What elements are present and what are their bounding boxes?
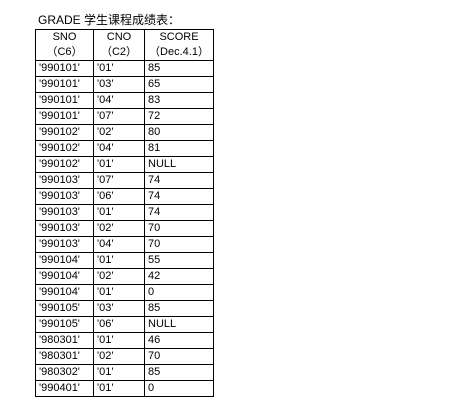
header-score: SCORE: [144, 29, 214, 45]
table-row: '990401' '01' 0: [35, 380, 214, 397]
cell-sno: '990105': [35, 316, 94, 333]
cell-sno: '990101': [35, 92, 94, 109]
cell-score: 46: [144, 332, 214, 349]
cell-cno: '07': [93, 108, 145, 125]
table-row: '990101' '07' 72: [35, 108, 214, 125]
table-row: '990101' '01' 85: [35, 60, 214, 77]
table-row: '990103' '07' 74: [35, 172, 214, 189]
cell-sno: '990103': [35, 204, 94, 221]
cell-score: 0: [144, 284, 214, 301]
cell-sno: '990103': [35, 236, 94, 253]
table-row: '990104' '01' 55: [35, 252, 214, 269]
table-row: '990105' '06' NULL: [35, 316, 214, 333]
cell-cno: '06': [93, 188, 145, 205]
table-row: '990102' '04' 81: [35, 140, 214, 157]
cell-cno: '04': [93, 236, 145, 253]
header-score-type: （Dec.4.1）: [144, 45, 214, 61]
cell-cno: '01': [93, 156, 145, 173]
cell-cno: '04': [93, 140, 145, 157]
cell-cno: '01': [93, 204, 145, 221]
table-header: SNO CNO SCORE （C6） （C2） （Dec.4.1）: [35, 29, 214, 61]
cell-cno: '01': [93, 60, 145, 77]
cell-score: NULL: [144, 316, 214, 333]
cell-score: 74: [144, 204, 214, 221]
cell-score: 72: [144, 108, 214, 125]
table-body: '990101' '01' 85'990101' '03' 65'990101' '04'…: [35, 60, 214, 397]
cell-cno: '02': [93, 348, 145, 365]
cell-score: 70: [144, 236, 214, 253]
cell-sno: '990101': [35, 108, 94, 125]
cell-cno: '07': [93, 172, 145, 189]
table-row: '990105' '03' 85: [35, 300, 214, 317]
table-row: '990104' '02' 42: [35, 268, 214, 285]
table-row: '990103' '06' 74: [35, 188, 214, 205]
table-caption: GRADE 学生课程成绩表：: [38, 13, 181, 27]
cell-score: NULL: [144, 156, 214, 173]
cell-score: 42: [144, 268, 214, 285]
cell-sno: '990104': [35, 252, 94, 269]
cell-sno: '990401': [35, 380, 94, 397]
table-row: '980302' '01' 85: [35, 364, 214, 381]
cell-cno: '02': [93, 268, 145, 285]
header-cno-type: （C2）: [93, 45, 145, 61]
cell-sno: '990102': [35, 124, 94, 141]
table-row: '990101' '04' 83: [35, 92, 214, 109]
header-cno: CNO: [93, 29, 145, 45]
cell-score: 74: [144, 172, 214, 189]
table-row: '990103' '02' 70: [35, 220, 214, 237]
header-sno-type: （C6）: [35, 45, 94, 61]
table-row: '990101' '03' 65: [35, 76, 214, 93]
cell-score: 0: [144, 380, 214, 397]
cell-cno: '02': [93, 220, 145, 237]
cell-score: 70: [144, 220, 214, 237]
cell-cno: '03': [93, 76, 145, 93]
cell-score: 83: [144, 92, 214, 109]
header-row-names: SNO CNO SCORE: [35, 29, 214, 45]
cell-cno: '01': [93, 332, 145, 349]
cell-cno: '01': [93, 364, 145, 381]
cell-sno: '990103': [35, 188, 94, 205]
cell-score: 85: [144, 60, 214, 77]
cell-score: 55: [144, 252, 214, 269]
cell-score: 70: [144, 348, 214, 365]
cell-score: 65: [144, 76, 214, 93]
header-row-types: （C6） （C2） （Dec.4.1）: [35, 45, 214, 61]
cell-cno: '01': [93, 380, 145, 397]
cell-score: 85: [144, 364, 214, 381]
table-row: '980301' '01' 46: [35, 332, 214, 349]
table-row: '990104' '01' 0: [35, 284, 214, 301]
table-row: '990103' '04' 70: [35, 236, 214, 253]
cell-sno: '990101': [35, 60, 94, 77]
cell-sno: '990101': [35, 76, 94, 93]
cell-sno: '990104': [35, 268, 94, 285]
cell-sno: '990102': [35, 140, 94, 157]
table-row: '990103' '01' 74: [35, 204, 214, 221]
cell-sno: '990102': [35, 156, 94, 173]
cell-sno: '980301': [35, 332, 94, 349]
grade-table: SNO CNO SCORE （C6） （C2） （Dec.4.1） '99010…: [35, 29, 214, 397]
cell-score: 74: [144, 188, 214, 205]
table-row: '990102' '01' NULL: [35, 156, 214, 173]
cell-cno: '02': [93, 124, 145, 141]
cell-cno: '04': [93, 92, 145, 109]
table-row: '980301' '02' 70: [35, 348, 214, 365]
cell-cno: '01': [93, 252, 145, 269]
cell-score: 81: [144, 140, 214, 157]
cell-cno: '06': [93, 316, 145, 333]
cell-cno: '03': [93, 300, 145, 317]
cell-sno: '990105': [35, 300, 94, 317]
cell-sno: '990104': [35, 284, 94, 301]
cell-score: 80: [144, 124, 214, 141]
cell-sno: '990103': [35, 172, 94, 189]
table-row: '990102' '02' 80: [35, 124, 214, 141]
cell-sno: '990103': [35, 220, 94, 237]
cell-sno: '980302': [35, 364, 94, 381]
header-sno: SNO: [35, 29, 94, 45]
cell-sno: '980301': [35, 348, 94, 365]
cell-cno: '01': [93, 284, 145, 301]
cell-score: 85: [144, 300, 214, 317]
